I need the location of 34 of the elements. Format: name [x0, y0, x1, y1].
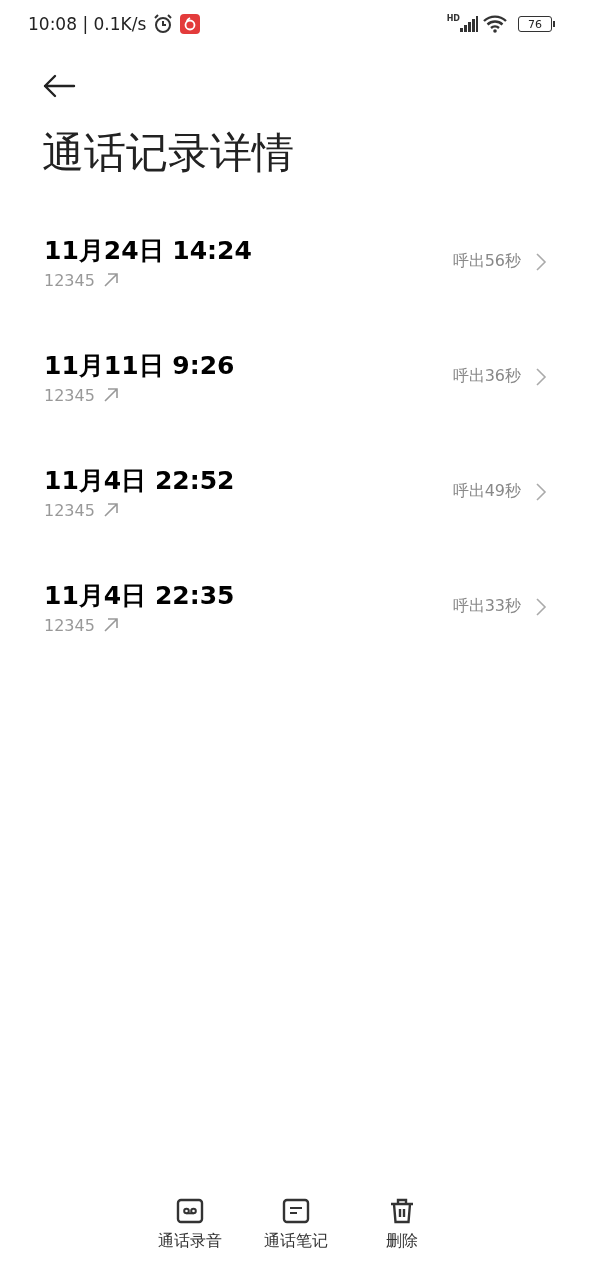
call-record-item[interactable]: 11月4日 22:35 12345 呼出33秒 — [0, 549, 591, 665]
call-record-item[interactable]: 11月4日 22:52 12345 呼出49秒 — [0, 434, 591, 550]
network-type-label: HD — [446, 14, 460, 23]
call-duration: 呼出49秒 — [452, 481, 521, 503]
phone-number: 12345 — [44, 270, 95, 290]
chevron-right-icon — [535, 366, 547, 387]
voicemail-icon — [175, 1197, 204, 1225]
call-duration: 呼出36秒 — [452, 366, 521, 388]
toolbar-button[interactable]: 通话录音 — [153, 1197, 226, 1252]
toolbar-button[interactable]: 删除 — [365, 1197, 438, 1252]
back-arrow-icon — [42, 74, 76, 98]
call-datetime: 11月11日 9:26 — [44, 349, 236, 382]
call-record-item[interactable]: 11月24日 14:24 12345 呼出56秒 — [0, 204, 591, 320]
phone-number: 12345 — [44, 500, 95, 520]
toolbar-button[interactable]: 通话笔记 — [259, 1197, 332, 1252]
chevron-right-icon — [535, 251, 547, 272]
chevron-right-icon — [535, 481, 547, 502]
wifi-icon — [482, 15, 508, 33]
call-duration: 呼出33秒 — [452, 596, 521, 618]
signal-icon — [460, 16, 478, 32]
page-title: 通话记录详情 — [42, 128, 295, 179]
call-datetime: 11月24日 14:24 — [44, 234, 253, 267]
chevron-right-icon — [535, 596, 547, 617]
back-button[interactable] — [42, 72, 78, 100]
note-icon — [281, 1197, 310, 1225]
app-notification-icon — [180, 14, 201, 34]
call-duration: 呼出56秒 — [452, 251, 521, 273]
phone-number: 12345 — [44, 385, 95, 405]
call-record-item[interactable]: 11月11日 9:26 12345 呼出36秒 — [0, 319, 591, 435]
call-datetime: 11月4日 22:35 — [44, 579, 236, 612]
call-datetime: 11月4日 22:52 — [44, 464, 236, 497]
battery-indicator: 76 — [518, 16, 552, 32]
status-time: 10:08 | 0.1K/s — [28, 14, 147, 34]
phone-number: 12345 — [44, 615, 95, 635]
